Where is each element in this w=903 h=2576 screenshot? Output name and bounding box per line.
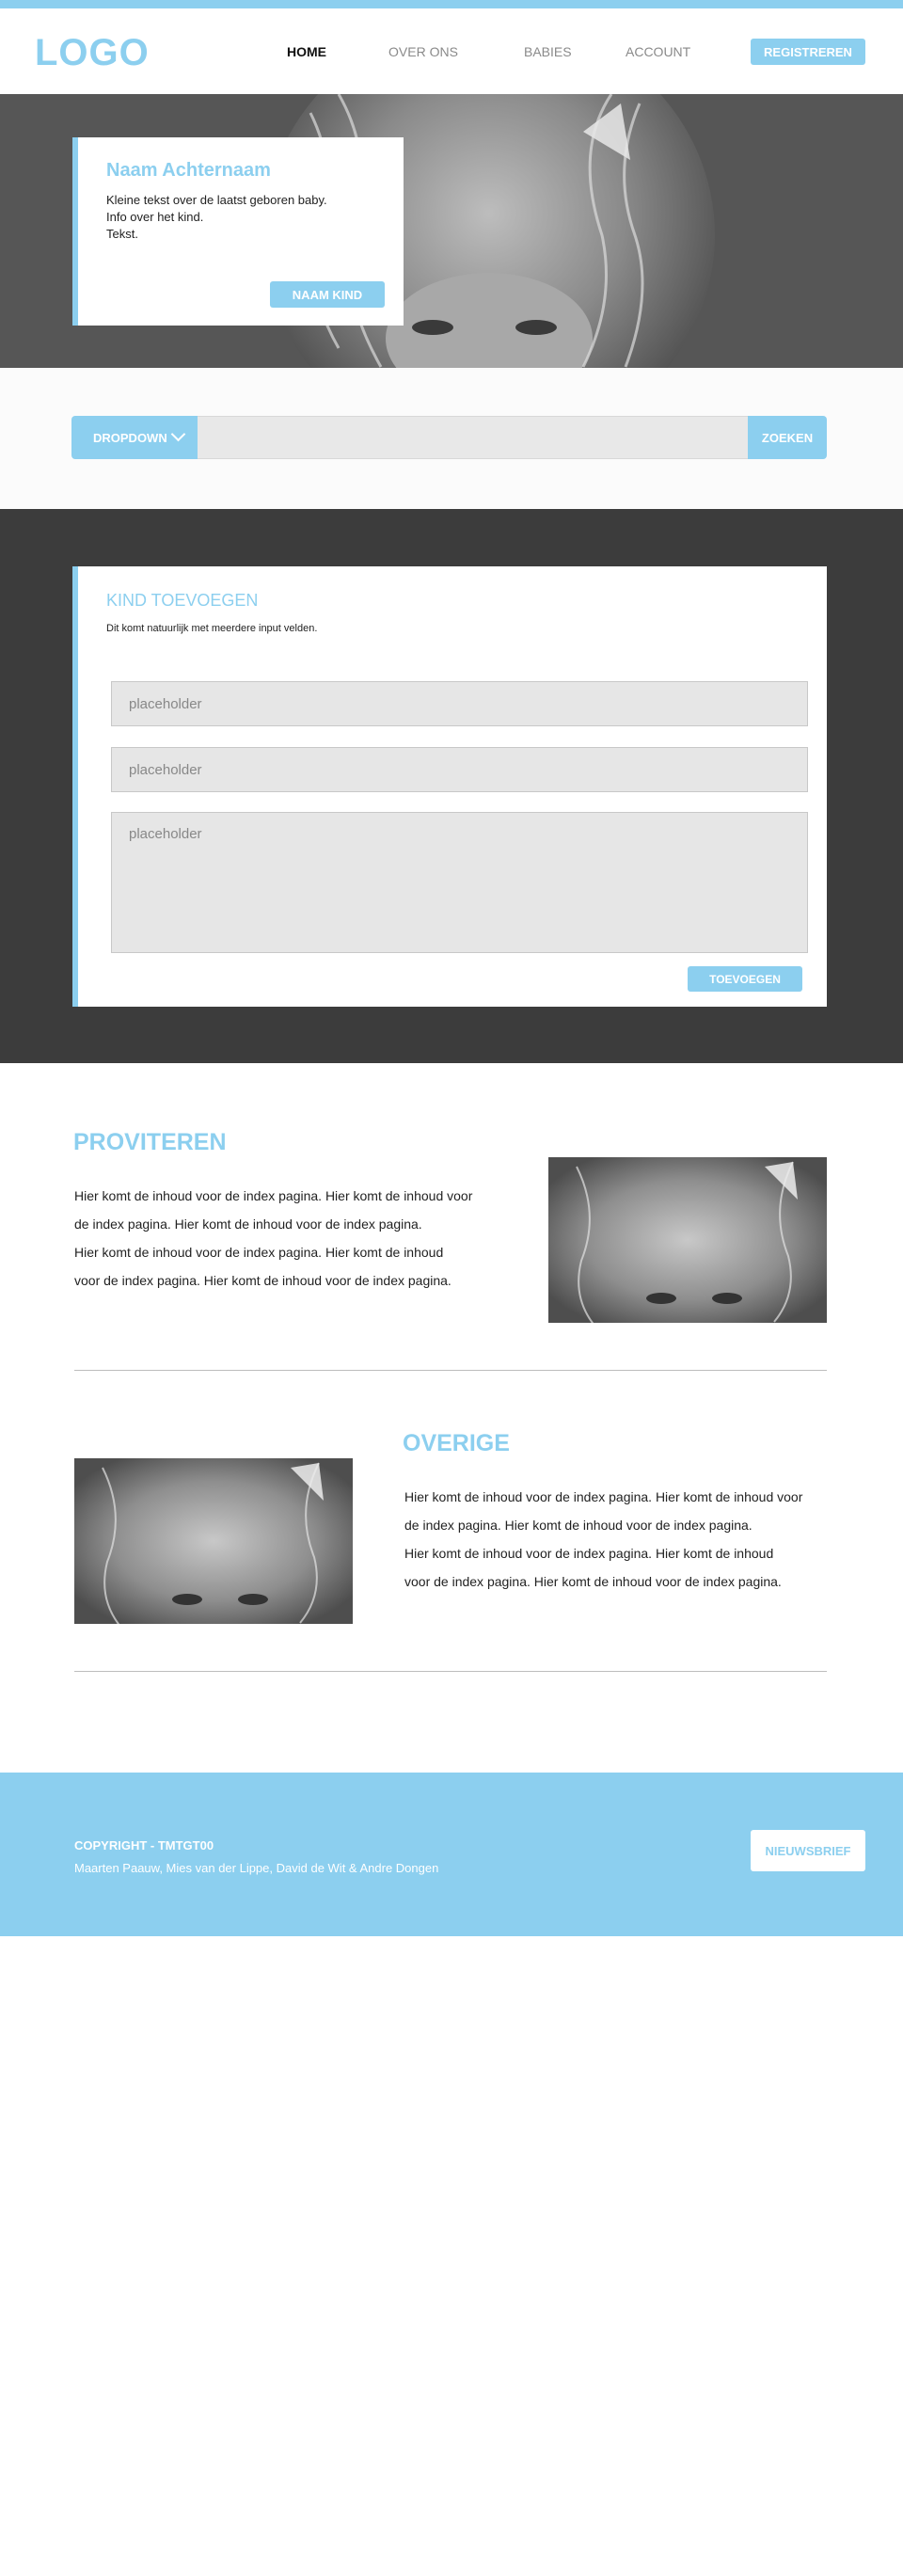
profile-name: Naam Achternaam — [106, 160, 271, 181]
logo[interactable]: LOGO — [35, 32, 150, 74]
credits: Maarten Paauw, Mies van der Lippe, David… — [74, 1861, 439, 1875]
section-body-overige: Hier komt de inhoud voor de index pagina… — [404, 1483, 856, 1596]
search-section: DROPDOWN ZOEKEN — [0, 368, 903, 509]
newsletter-button[interactable]: NIEUWSBRIEF — [751, 1830, 865, 1871]
profile-line: Tekst. — [106, 227, 138, 241]
search-bar: DROPDOWN ZOEKEN — [71, 416, 827, 459]
dropdown-label: DROPDOWN — [93, 431, 167, 445]
add-child-section: KIND TOEVOEGEN Dit komt natuurlijk met m… — [0, 509, 903, 1063]
nav-babies[interactable]: BABIES — [524, 44, 572, 59]
section-divider — [74, 1370, 827, 1371]
child-photo — [548, 1157, 827, 1323]
child-field-1[interactable] — [111, 681, 808, 726]
section-title-proviteren: PROVITEREN — [73, 1129, 227, 1155]
body-line: voor de index pagina. Hier komt de inhou… — [74, 1273, 452, 1288]
section-photo-overige — [74, 1458, 353, 1624]
body-line: voor de index pagina. Hier komt de inhou… — [404, 1574, 782, 1589]
child-photo — [74, 1458, 353, 1624]
body-line: de index pagina. Hier komt de inhoud voo… — [404, 1518, 752, 1533]
register-button[interactable]: REGISTREREN — [751, 39, 865, 65]
nav-home[interactable]: HOME — [287, 44, 326, 59]
body-line: Hier komt de inhoud voor de index pagina… — [404, 1546, 774, 1561]
section-title-overige: OVERIGE — [403, 1430, 510, 1456]
search-input[interactable] — [198, 416, 748, 459]
nav-over-ons[interactable]: OVER ONS — [388, 44, 458, 59]
section-divider — [74, 1671, 827, 1672]
profile-description: Kleine tekst over de laatst geboren baby… — [106, 192, 327, 243]
chevron-down-icon — [170, 426, 186, 442]
profile-line: Kleine tekst over de laatst geboren baby… — [106, 193, 327, 207]
form-subtitle: Dit komt natuurlijk met meerdere input v… — [106, 623, 318, 634]
nav-account[interactable]: ACCOUNT — [626, 44, 690, 59]
child-field-2[interactable] — [111, 747, 808, 792]
profile-line: Info over het kind. — [106, 210, 204, 224]
add-child-button[interactable]: TOEVOEGEN — [688, 966, 802, 992]
section-body-proviteren: Hier komt de inhoud voor de index pagina… — [74, 1182, 526, 1295]
form-title: KIND TOEVOEGEN — [106, 591, 259, 610]
search-button[interactable]: ZOEKEN — [748, 416, 827, 459]
add-child-form: KIND TOEVOEGEN Dit komt natuurlijk met m… — [72, 566, 827, 1007]
copyright: COPYRIGHT - TMTGT00 — [74, 1838, 214, 1852]
body-line: Hier komt de inhoud voor de index pagina… — [74, 1245, 444, 1260]
site-footer: COPYRIGHT - TMTGT00 Maarten Paauw, Mies … — [0, 1773, 903, 1936]
body-line: Hier komt de inhoud voor de index pagina… — [74, 1188, 473, 1203]
body-line: Hier komt de inhoud voor de index pagina… — [404, 1489, 803, 1504]
site-header: LOGO HOME OVER ONS BABIES ACCOUNT REGIST… — [0, 8, 903, 94]
hero-banner: Naam Achternaam Kleine tekst over de laa… — [0, 94, 903, 368]
profile-card: Naam Achternaam Kleine tekst over de laa… — [72, 137, 404, 326]
child-textarea[interactable] — [111, 812, 808, 953]
search-dropdown[interactable]: DROPDOWN — [71, 416, 198, 459]
top-accent-bar — [0, 0, 903, 8]
child-name-button[interactable]: NAAM KIND — [270, 281, 385, 308]
section-photo-proviteren — [548, 1157, 827, 1323]
body-line: de index pagina. Hier komt de inhoud voo… — [74, 1216, 422, 1232]
